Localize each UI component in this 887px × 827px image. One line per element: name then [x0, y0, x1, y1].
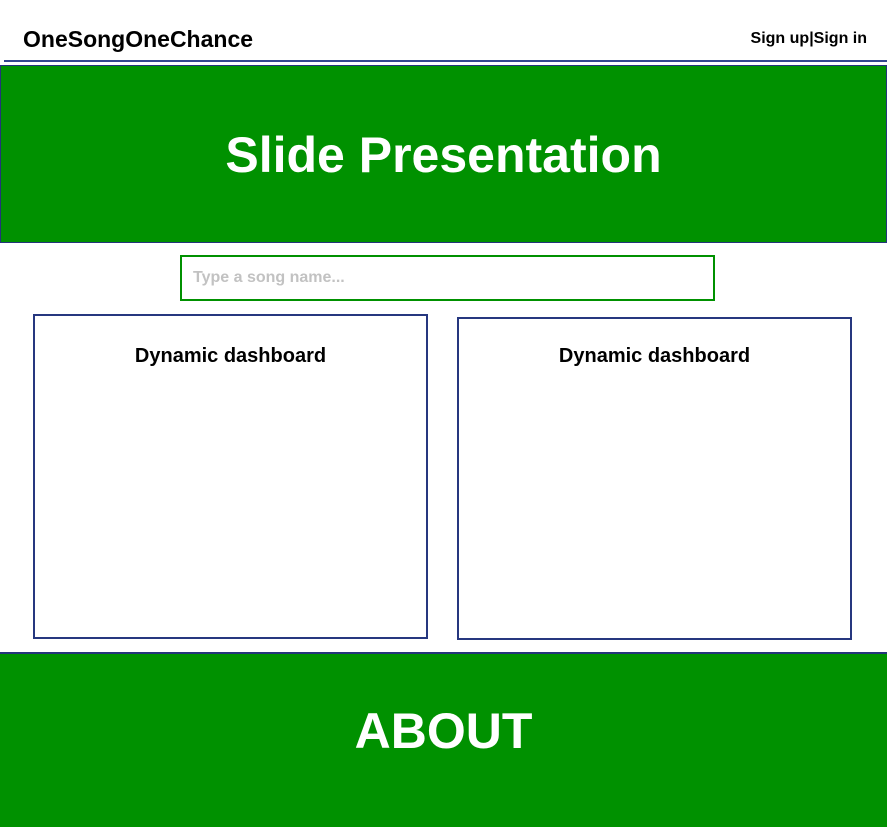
header-divider: [4, 60, 887, 62]
auth-links: Sign up|Sign in: [751, 29, 867, 49]
sign-in-link[interactable]: Sign in: [814, 30, 867, 47]
dashboard-panel: Dynamic dashboard: [33, 314, 428, 639]
brand-logo[interactable]: OneSongOneChance: [23, 25, 253, 53]
slide-presentation-banner[interactable]: Slide Presentation: [0, 65, 887, 243]
about-section: ABOUT: [0, 652, 887, 827]
dashboard-title: Dynamic dashboard: [134, 345, 327, 367]
song-search-box[interactable]: [180, 255, 715, 301]
dashboard-panel: Dynamic dashboard: [457, 317, 852, 640]
sign-up-link[interactable]: Sign up: [751, 30, 810, 47]
dashboard-title: Dynamic dashboard: [558, 345, 751, 367]
song-search-input[interactable]: [182, 257, 713, 299]
about-title: ABOUT: [354, 703, 533, 759]
slide-presentation-title: Slide Presentation: [225, 127, 662, 183]
site-header: OneSongOneChance Sign up|Sign in: [0, 0, 887, 60]
